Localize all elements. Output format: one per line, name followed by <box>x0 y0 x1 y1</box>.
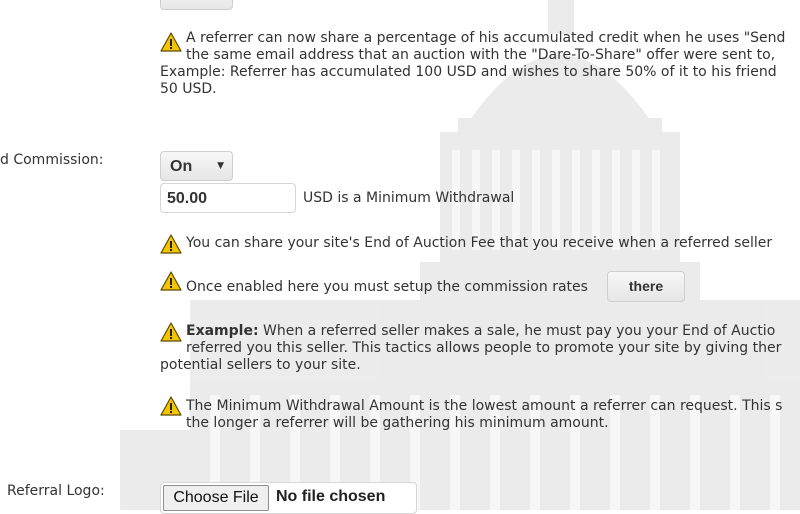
referral-logo-label: Referral Logo: <box>7 483 105 499</box>
note-line: A referrer can now share a percentage of… <box>186 30 786 46</box>
top-partial-button[interactable] <box>160 0 233 10</box>
note-line: referred you this seller. This tactics a… <box>186 340 782 356</box>
example-text: When a referred seller makes a sale, he … <box>263 323 776 339</box>
note-line: the longer a referrer will be gathering … <box>186 415 609 431</box>
choose-file-button[interactable]: Choose File <box>163 485 269 511</box>
min-withdrawal-suffix: USD is a Minimum Withdrawal <box>303 190 515 206</box>
min-withdrawal-input[interactable]: 50.00 <box>160 183 296 213</box>
referral-logo-file-input[interactable]: Choose File No file chosen <box>160 482 417 514</box>
there-button[interactable]: there <box>607 271 685 302</box>
note-line: 50 USD. <box>160 81 217 97</box>
note-line: potential sellers to your site. <box>160 357 361 373</box>
note-line: The Minimum Withdrawal Amount is the low… <box>186 398 783 414</box>
file-status-text: No file chosen <box>276 488 386 505</box>
commission-select-value: On <box>170 158 193 175</box>
min-amount-note: The Minimum Withdrawal Amount is the low… <box>160 398 800 432</box>
note-line: Once enabled here you must setup the com… <box>186 279 588 295</box>
example-bold: Example: <box>186 323 259 339</box>
example-note: Example: When a referred seller makes a … <box>160 323 800 374</box>
share-fee-note: You can share your site's End of Auction… <box>160 235 800 252</box>
note-line: Example: Referrer has accumulated 100 US… <box>160 64 777 80</box>
min-withdrawal-value: 50.00 <box>167 190 208 207</box>
setup-rates-note: Once enabled here you must setup the com… <box>160 279 588 296</box>
note-line: Example: When a referred seller makes a … <box>160 323 800 340</box>
commission-label: d Commission: <box>0 152 104 168</box>
dare-to-share-note: A referrer can now share a percentage of… <box>160 30 800 98</box>
note-line: You can share your site's End of Auction… <box>186 235 773 251</box>
note-line: the same email address that an auction w… <box>186 47 776 63</box>
commission-select[interactable]: On ▼ <box>160 151 233 181</box>
chevron-down-icon: ▼ <box>217 161 224 171</box>
